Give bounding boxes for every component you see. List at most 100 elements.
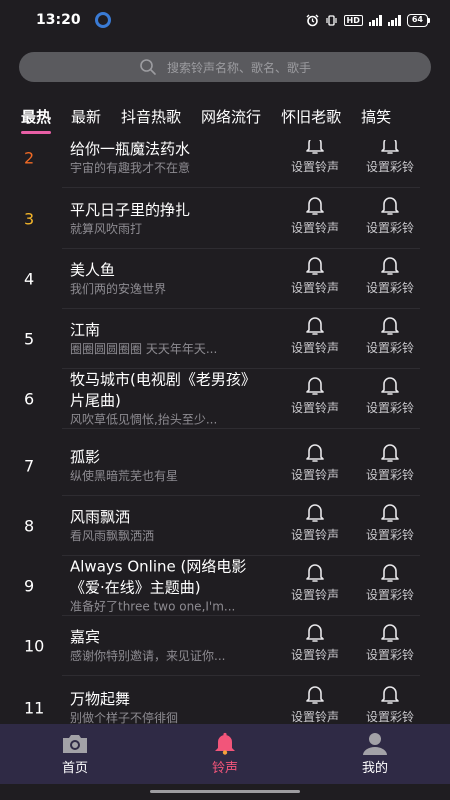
- battery-level: 64: [406, 13, 428, 27]
- tab-nostalgic[interactable]: 怀旧老歌: [281, 106, 341, 127]
- list-item[interactable]: 4 美人鱼 我们两的安逸世界 设置铃声 设置彩铃: [0, 249, 450, 309]
- set-ringtone-label: 设置铃声: [290, 588, 339, 602]
- song-lyric: 看风雨飘飘洒洒: [70, 529, 155, 543]
- set-ringtone-button[interactable]: 设置铃声: [280, 194, 350, 236]
- bell-icon: [306, 197, 324, 215]
- list-item[interactable]: 5 江南 圈圈圆圆圈圈 天天年年天... 设置铃声 设置彩铃: [0, 309, 450, 369]
- set-ringtone-label: 设置铃声: [290, 710, 339, 724]
- bell-icon: [306, 444, 324, 462]
- song-rank: 3: [24, 209, 35, 229]
- alarm-icon: [306, 14, 319, 26]
- divider: [62, 187, 420, 188]
- set-ringtone-button[interactable]: 设置铃声: [280, 254, 350, 296]
- divider: [62, 428, 420, 429]
- home-indicator[interactable]: [150, 790, 300, 793]
- search-icon: [140, 59, 156, 75]
- nav-profile[interactable]: 我的: [300, 724, 450, 784]
- tab-hottest[interactable]: 最热: [21, 106, 52, 134]
- list-item[interactable]: 2 给你一瓶魔法药水 宇宙的有趣我才不在意 设置铃声 设置彩铃: [0, 140, 450, 188]
- set-color-ring-button[interactable]: 设置彩铃: [355, 374, 425, 416]
- bell-icon: [306, 140, 324, 154]
- bell-icon: [381, 504, 399, 522]
- bell-icon: [306, 317, 324, 335]
- user-icon: [363, 733, 387, 755]
- bell-icon: [306, 686, 324, 704]
- nav-home[interactable]: 首页: [0, 724, 150, 784]
- song-lyric: 别做个样子不停徘徊: [70, 711, 179, 724]
- list-item[interactable]: 7 孤影 纵使黑暗荒芜也有星 设置铃声 设置彩铃: [0, 436, 450, 496]
- set-color-ring-label: 设置彩铃: [365, 221, 414, 235]
- bell-icon: [381, 197, 399, 215]
- song-lyric: 就算风吹雨打: [70, 222, 143, 236]
- status-indicators: HD 64: [306, 13, 430, 27]
- song-lyric: 我们两的安逸世界: [70, 282, 167, 296]
- set-ringtone-label: 设置铃声: [290, 221, 339, 235]
- set-color-ring-button[interactable]: 设置彩铃: [355, 501, 425, 543]
- set-color-ring-button[interactable]: 设置彩铃: [355, 254, 425, 296]
- song-title: Always Online (网络电影《爱·在线》主题曲): [70, 557, 247, 597]
- list-item[interactable]: 8 风雨飘洒 看风雨飘飘洒洒 设置铃声 设置彩铃: [0, 496, 450, 556]
- signal-icon-2: [387, 14, 401, 26]
- set-ringtone-button[interactable]: 设置铃声: [280, 501, 350, 543]
- tab-newest[interactable]: 最新: [71, 106, 101, 127]
- set-color-ring-label: 设置彩铃: [365, 401, 414, 415]
- song-info: 平凡日子里的挣扎 就算风吹雨打: [70, 200, 266, 238]
- song-rank: 8: [24, 516, 35, 536]
- list-item[interactable]: 6 牧马城市(电视剧《老男孩》片尾曲) 风吹草低见惆怅,抬头至少... 设置铃声…: [0, 369, 450, 429]
- set-color-ring-label: 设置彩铃: [365, 588, 414, 602]
- nav-ringtone[interactable]: 铃声: [150, 724, 300, 784]
- set-ringtone-label: 设置铃声: [290, 528, 339, 542]
- hd-badge: HD: [343, 14, 363, 26]
- set-color-ring-button[interactable]: 设置彩铃: [355, 441, 425, 483]
- nav-ringtone-label: 铃声: [211, 761, 238, 776]
- list-item[interactable]: 10 嘉宾 感谢你特别邀请，来见证你... 设置铃声 设置彩铃: [0, 616, 450, 676]
- bell-icon: [215, 732, 235, 755]
- song-info: Always Online (网络电影《爱·在线》主题曲) 准备好了three …: [70, 557, 266, 616]
- set-color-ring-button[interactable]: 设置彩铃: [355, 621, 425, 663]
- set-ringtone-button[interactable]: 设置铃声: [280, 561, 350, 603]
- song-info: 万物起舞 别做个样子不停徘徊: [70, 689, 266, 724]
- bell-icon: [381, 257, 399, 275]
- list-item[interactable]: 3 平凡日子里的挣扎 就算风吹雨打 设置铃声 设置彩铃: [0, 189, 450, 249]
- set-ringtone-button[interactable]: 设置铃声: [280, 621, 350, 663]
- set-color-ring-button[interactable]: 设置彩铃: [355, 561, 425, 603]
- bottom-nav: 首页 铃声 我的: [0, 724, 450, 784]
- set-ringtone-button[interactable]: 设置铃声: [280, 314, 350, 356]
- bell-icon: [306, 624, 324, 642]
- category-tabs: 最热 最新 抖音热歌 网络流行 怀旧老歌 搞笑: [0, 106, 450, 136]
- tab-funny[interactable]: 搞笑: [361, 106, 391, 127]
- song-lyric: 纵使黑暗荒芜也有星: [70, 469, 179, 483]
- set-ringtone-label: 设置铃声: [290, 401, 339, 415]
- set-ringtone-label: 设置铃声: [290, 281, 339, 295]
- set-color-ring-button[interactable]: 设置彩铃: [355, 314, 425, 356]
- song-rank: 2: [24, 148, 35, 168]
- set-color-ring-button[interactable]: 设置彩铃: [355, 683, 425, 724]
- song-title: 美人鱼: [70, 261, 116, 279]
- set-ringtone-button[interactable]: 设置铃声: [280, 140, 350, 175]
- set-color-ring-button[interactable]: 设置彩铃: [355, 194, 425, 236]
- list-item[interactable]: 9 Always Online (网络电影《爱·在线》主题曲) 准备好了thre…: [0, 556, 450, 616]
- set-ringtone-button[interactable]: 设置铃声: [280, 683, 350, 724]
- qq-browser-icon: [94, 12, 111, 28]
- song-rank: 9: [24, 576, 35, 596]
- bell-icon: [306, 504, 324, 522]
- song-title: 江南: [70, 321, 101, 339]
- signal-icon: [368, 14, 382, 26]
- nav-home-label: 首页: [61, 761, 88, 776]
- list-item[interactable]: 11 万物起舞 别做个样子不停徘徊 设置铃声 设置彩铃: [0, 678, 450, 724]
- set-color-ring-button[interactable]: 设置彩铃: [355, 140, 425, 175]
- search-placeholder: 搜索铃声名称、歌名、歌手: [166, 60, 311, 75]
- song-info: 风雨飘洒 看风雨飘飘洒洒: [70, 507, 266, 545]
- bell-icon: [381, 686, 399, 704]
- tab-label: 最热: [21, 108, 52, 126]
- tab-douyin-hits[interactable]: 抖音热歌: [121, 106, 181, 127]
- song-lyric: 宇宙的有趣我才不在意: [70, 161, 191, 175]
- set-ringtone-label: 设置铃声: [290, 160, 339, 174]
- song-title: 平凡日子里的挣扎: [70, 201, 191, 219]
- set-ringtone-button[interactable]: 设置铃声: [280, 441, 350, 483]
- set-ringtone-button[interactable]: 设置铃声: [280, 374, 350, 416]
- song-rank: 6: [24, 389, 35, 409]
- divider: [62, 675, 420, 676]
- tab-internet-pop[interactable]: 网络流行: [201, 106, 261, 127]
- search-bar[interactable]: 搜索铃声名称、歌名、歌手: [19, 52, 431, 82]
